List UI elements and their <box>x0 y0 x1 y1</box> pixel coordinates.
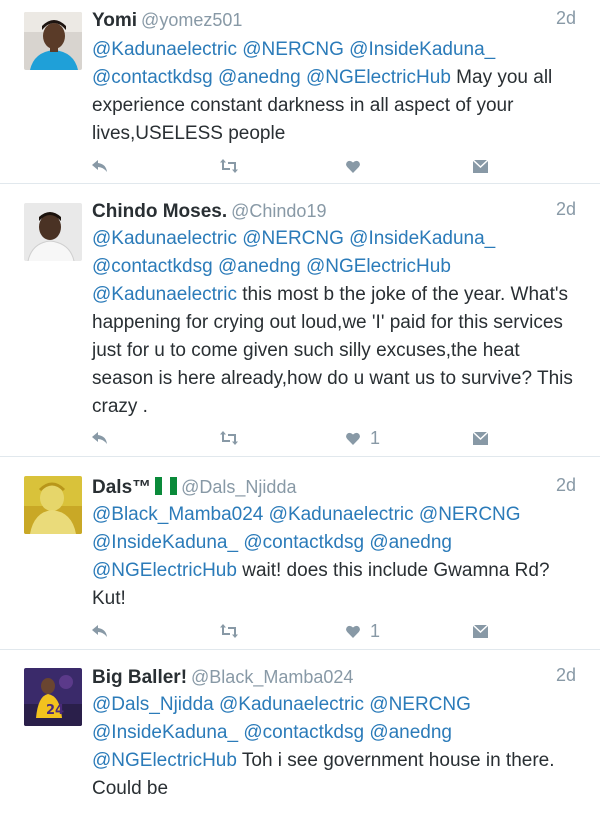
display-name[interactable]: Dals™ <box>92 477 151 498</box>
reply-icon <box>92 160 107 172</box>
mention-link[interactable]: @Black_Mamba024 <box>92 504 263 525</box>
tweet-3[interactable]: Dals™ @Dals_Njidda 2d @Black_Mamba024 @Ka… <box>0 458 600 650</box>
tweet-actions: 1 <box>92 426 512 450</box>
jersey-number-graphic: 24 <box>46 703 64 718</box>
avatar[interactable] <box>24 203 82 261</box>
avatar-image <box>24 12 82 70</box>
like-count: 1 <box>370 427 381 448</box>
mention-link[interactable]: @contactkdsg <box>92 256 213 277</box>
tweet-1[interactable]: Yomi @yomez501 2d @Kadunaelectric @NERCNG… <box>0 0 600 184</box>
timestamp[interactable]: 2d <box>556 665 576 686</box>
like-icon <box>346 160 360 173</box>
avatar-image <box>24 203 82 261</box>
nigeria-flag-icon <box>155 477 178 495</box>
reply-icon <box>92 625 107 637</box>
direct-message-button[interactable] <box>473 619 488 643</box>
display-name[interactable]: Yomi <box>92 10 137 31</box>
direct-message-button[interactable] <box>473 154 488 178</box>
reply-button[interactable] <box>92 154 108 178</box>
retweet-icon <box>220 159 238 173</box>
like-button[interactable]: 1 <box>346 426 380 450</box>
timestamp[interactable]: 2d <box>556 8 576 29</box>
reply-icon <box>92 432 107 444</box>
mention-link[interactable]: @NGElectricHub <box>92 750 237 771</box>
message-icon <box>473 431 488 445</box>
like-count: 1 <box>370 620 381 641</box>
mention-link[interactable]: @NGElectricHub <box>306 256 451 277</box>
avatar[interactable] <box>24 476 82 534</box>
avatar[interactable] <box>24 12 82 70</box>
mention-link[interactable]: @Kadunaelectric <box>92 39 237 60</box>
mention-link[interactable]: @contactkdsg <box>92 67 213 88</box>
mention-link[interactable]: @NGElectricHub <box>306 67 451 88</box>
mention-link[interactable]: @NGElectricHub <box>92 560 237 581</box>
timestamp[interactable]: 2d <box>556 199 576 220</box>
display-name[interactable]: Chindo Moses. <box>92 201 227 222</box>
retweet-icon <box>220 624 238 638</box>
handle[interactable]: @Chindo19 <box>231 201 326 221</box>
mention-link[interactable]: @Dals_Njidda <box>92 694 214 715</box>
retweet-button[interactable] <box>220 154 238 178</box>
mention-link[interactable]: @InsideKaduna_ <box>349 39 495 60</box>
tweet-text: @Black_Mamba024 @Kadunaelectric @NERCNG … <box>92 501 582 613</box>
like-icon <box>346 432 360 445</box>
mention-link[interactable]: @NERCNG <box>419 504 521 525</box>
message-icon <box>473 159 488 173</box>
like-button[interactable] <box>346 154 370 178</box>
mention-link[interactable]: @contactkdsg <box>243 722 364 743</box>
tweet-text: @Kadunaelectric @NERCNG @InsideKaduna_ @… <box>92 225 582 421</box>
mention-link[interactable]: @anedng <box>369 722 452 743</box>
like-icon <box>346 625 360 638</box>
retweet-button[interactable] <box>220 426 238 450</box>
tweet-2[interactable]: Chindo Moses. @Chindo19 2d @Kadunaelectri… <box>0 185 600 457</box>
mention-link[interactable]: @InsideKaduna_ <box>92 532 238 553</box>
handle[interactable]: @Black_Mamba024 <box>191 667 353 687</box>
mention-link[interactable]: @NERCNG <box>242 228 344 249</box>
tweet-4[interactable]: 24 Big Baller! @Black_Mamba024 2d @Dals_N… <box>0 651 600 814</box>
mention-link[interactable]: @anedng <box>218 256 301 277</box>
mention-link[interactable]: @anedng <box>218 67 301 88</box>
message-icon <box>473 624 488 638</box>
direct-message-button[interactable] <box>473 426 488 450</box>
like-button[interactable]: 1 <box>346 619 380 643</box>
tweet-header: Big Baller! @Black_Mamba024 <box>92 665 353 690</box>
mention-link[interactable]: @Kadunaelectric <box>92 228 237 249</box>
avatar-image: 24 <box>24 668 82 726</box>
mention-link[interactable]: @NERCNG <box>369 694 471 715</box>
mention-link[interactable]: @Kadunaelectric <box>269 504 414 525</box>
avatar[interactable]: 24 <box>24 668 82 726</box>
retweet-icon <box>220 431 238 445</box>
retweet-button[interactable] <box>220 619 238 643</box>
tweet-text: @Kadunaelectric @NERCNG @InsideKaduna_ @… <box>92 36 582 148</box>
tweet-text: @Dals_Njidda @Kadunaelectric @NERCNG @In… <box>92 691 582 803</box>
mention-link[interactable]: @NERCNG <box>242 39 344 60</box>
mention-link[interactable]: @contactkdsg <box>243 532 364 553</box>
handle[interactable]: @yomez501 <box>141 10 242 30</box>
reply-button[interactable] <box>92 426 108 450</box>
tweet-header: Yomi @yomez501 <box>92 8 242 33</box>
tweet-header: Dals™ @Dals_Njidda <box>92 475 296 500</box>
reply-button[interactable] <box>92 619 108 643</box>
display-name[interactable]: Big Baller! <box>92 667 187 688</box>
tweet-actions: 1 <box>92 619 512 643</box>
mention-link[interactable]: @InsideKaduna_ <box>349 228 495 249</box>
mention-link[interactable]: @Kadunaelectric <box>219 694 364 715</box>
timestamp[interactable]: 2d <box>556 475 576 496</box>
mention-link[interactable]: @InsideKaduna_ <box>92 722 238 743</box>
tweet-actions <box>92 154 512 178</box>
avatar-image <box>24 476 82 534</box>
mention-link[interactable]: @Kadunaelectric <box>92 284 237 305</box>
mention-link[interactable]: @anedng <box>369 532 452 553</box>
handle[interactable]: @Dals_Njidda <box>181 477 296 497</box>
tweet-header: Chindo Moses. @Chindo19 <box>92 199 326 224</box>
